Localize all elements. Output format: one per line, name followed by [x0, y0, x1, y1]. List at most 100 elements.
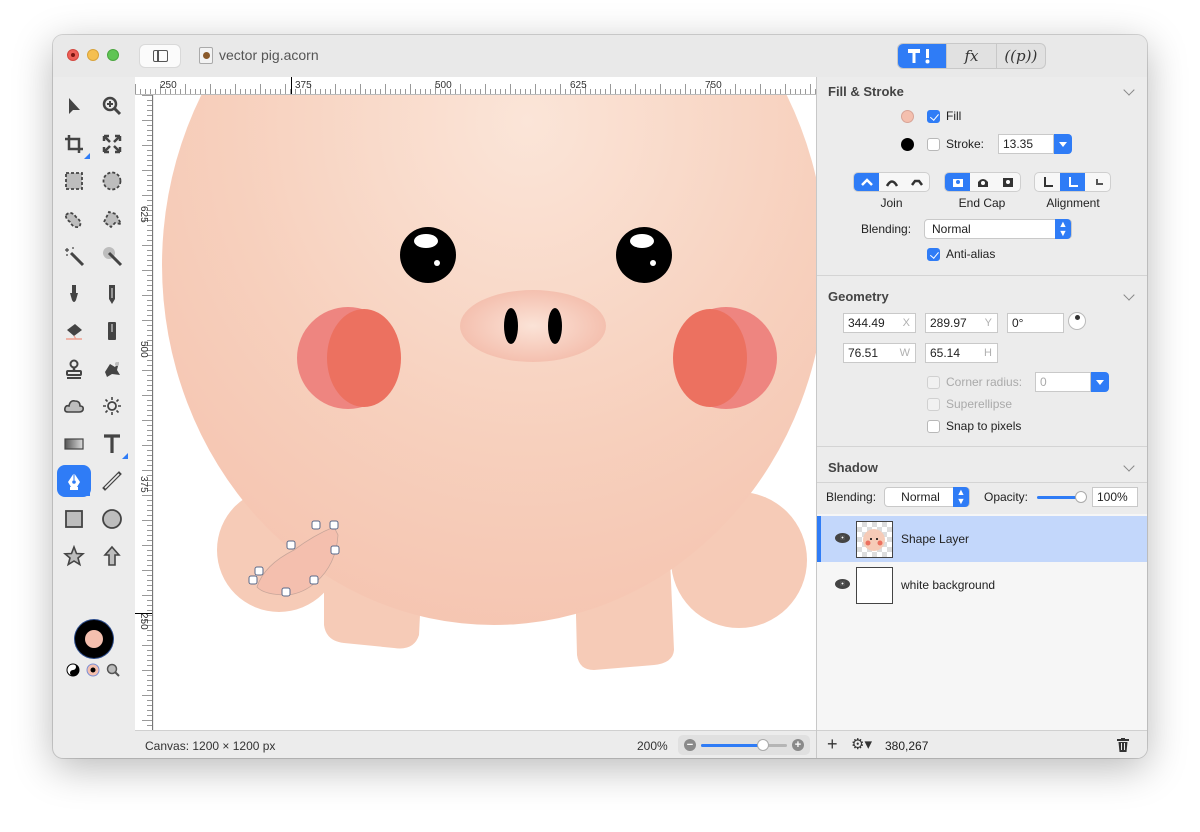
join-bevel-button[interactable]: [904, 173, 929, 191]
zoom-in-icon[interactable]: +: [792, 739, 804, 751]
stroke-width-field[interactable]: 13.35: [998, 134, 1054, 154]
tool-cloud[interactable]: [57, 390, 91, 422]
ruler-tick: [535, 84, 536, 94]
stroke-color-well-tool[interactable]: [75, 620, 113, 658]
gear-icon[interactable]: ⚙▾: [851, 735, 872, 753]
tool-rectangle-shape[interactable]: [57, 503, 91, 535]
align-outside-button[interactable]: [1085, 173, 1110, 191]
tool-stamp[interactable]: [57, 353, 91, 385]
tool-polygon-lasso[interactable]: [95, 203, 129, 235]
close-button[interactable]: [67, 49, 79, 61]
zoom-slider[interactable]: [701, 739, 787, 751]
endcap-round-button[interactable]: [970, 173, 995, 191]
layer-row-shape[interactable]: Shape Layer: [817, 516, 1147, 562]
ruler-tick: [142, 120, 152, 121]
align-inside-icon: [1043, 177, 1053, 187]
shadow-blending-popup[interactable]: Normal ▲ ▼: [884, 487, 970, 507]
tab-tool-settings[interactable]: [898, 44, 948, 68]
ruler-tick: [142, 520, 152, 521]
tool-line[interactable]: [95, 465, 129, 497]
tool-star-shape[interactable]: [57, 540, 91, 572]
opacity-field[interactable]: 100%: [1092, 487, 1138, 507]
chevron-down-icon[interactable]: [1123, 460, 1135, 472]
tool-pencil[interactable]: [95, 278, 129, 310]
submenu-indicator: [122, 452, 128, 459]
tool-oval-shape[interactable]: [95, 503, 129, 535]
stroke-width-dropdown[interactable]: [1054, 134, 1072, 154]
tool-transform[interactable]: [95, 128, 129, 160]
endcap-square-button[interactable]: [995, 173, 1020, 191]
zoom-slider-knob[interactable]: [756, 739, 769, 751]
opacity-slider-knob[interactable]: [1075, 491, 1087, 503]
eye-icon[interactable]: [835, 579, 850, 589]
tab-properties[interactable]: ((p)): [997, 44, 1045, 68]
chevron-down-icon[interactable]: [1123, 84, 1135, 96]
tool-instant-alpha[interactable]: [95, 240, 129, 272]
ruler-tick: [530, 89, 531, 94]
chevron-down-icon[interactable]: [1123, 289, 1135, 301]
stroke-color-well[interactable]: [901, 138, 914, 151]
tool-zoom[interactable]: [95, 90, 129, 122]
corner-radius-dropdown[interactable]: [1091, 372, 1109, 392]
snap-to-pixels-checkbox[interactable]: [927, 420, 940, 433]
tool-ellipse-select[interactable]: [95, 165, 129, 197]
tab-effects[interactable]: fx: [947, 44, 997, 68]
toggle-sidebar-button[interactable]: [139, 44, 181, 68]
tool-brush[interactable]: [57, 278, 91, 310]
tool-bezier-pen[interactable]: [57, 465, 91, 497]
tool-crop[interactable]: [57, 128, 91, 160]
fill-color-well[interactable]: [901, 110, 914, 123]
tool-magic-wand[interactable]: [57, 240, 91, 272]
fill-checkbox[interactable]: [927, 110, 940, 123]
rotation-knob[interactable]: [1068, 312, 1086, 330]
tool-select-arrow[interactable]: [57, 90, 91, 122]
blending-popup[interactable]: Normal ▲ ▼: [924, 219, 1072, 239]
tool-burn-smudge[interactable]: [95, 353, 129, 385]
trash-icon[interactable]: [1117, 738, 1129, 752]
color-picker-icon[interactable]: [106, 663, 120, 677]
gradient-icon: [64, 437, 84, 450]
hammer-exclamation-icon: [908, 49, 930, 64]
join-miter-button[interactable]: [854, 173, 879, 191]
tool-lasso-select[interactable]: [57, 203, 91, 235]
width-field[interactable]: 76.51 W: [843, 343, 916, 363]
opacity-slider[interactable]: [1037, 489, 1087, 505]
ruler-label: 375: [295, 80, 312, 91]
tool-eraser[interactable]: [57, 315, 91, 347]
height-field[interactable]: 65.14 H: [925, 343, 998, 363]
zoom-out-icon[interactable]: −: [684, 739, 696, 751]
swap-colors-icon[interactable]: [66, 663, 80, 677]
minimize-button[interactable]: [87, 49, 99, 61]
fill-label: Fill: [946, 109, 962, 123]
default-colors-icon[interactable]: [86, 663, 100, 677]
y-field[interactable]: 289.97 Y: [925, 313, 998, 333]
add-layer-icon[interactable]: +: [827, 734, 838, 755]
tool-text[interactable]: [95, 428, 129, 460]
align-inside-button[interactable]: [1035, 173, 1060, 191]
eye-icon[interactable]: [835, 533, 850, 543]
corner-radius-field[interactable]: 0: [1035, 372, 1091, 392]
join-round-button[interactable]: [879, 173, 904, 191]
updown-chevron-icon: ▲ ▼: [1055, 219, 1071, 239]
layer-row-background[interactable]: white background: [817, 562, 1147, 608]
stroke-checkbox[interactable]: [927, 138, 940, 151]
tool-gradient[interactable]: [57, 428, 91, 460]
fill-color-well-tool[interactable]: [85, 630, 103, 648]
antialias-checkbox[interactable]: [927, 248, 940, 261]
tool-rect-select[interactable]: [57, 165, 91, 197]
ruler-tick: [147, 510, 152, 511]
ruler-tick: [147, 385, 152, 386]
x-field[interactable]: 344.49 X: [843, 313, 916, 333]
tool-clone[interactable]: [95, 315, 129, 347]
tool-sun[interactable]: [95, 390, 129, 422]
ruler-tick: [190, 89, 191, 94]
tool-arrow-shape[interactable]: [95, 540, 129, 572]
endcap-butt-button[interactable]: [945, 173, 970, 191]
align-center-button[interactable]: [1060, 173, 1085, 191]
rotation-field[interactable]: 0°: [1007, 313, 1064, 333]
zoom-window-button[interactable]: [107, 49, 119, 61]
corner-radius-checkbox[interactable]: [927, 376, 940, 389]
canvas[interactable]: [154, 95, 816, 730]
superellipse-checkbox[interactable]: [927, 398, 940, 411]
ruler-tick: [425, 89, 426, 94]
